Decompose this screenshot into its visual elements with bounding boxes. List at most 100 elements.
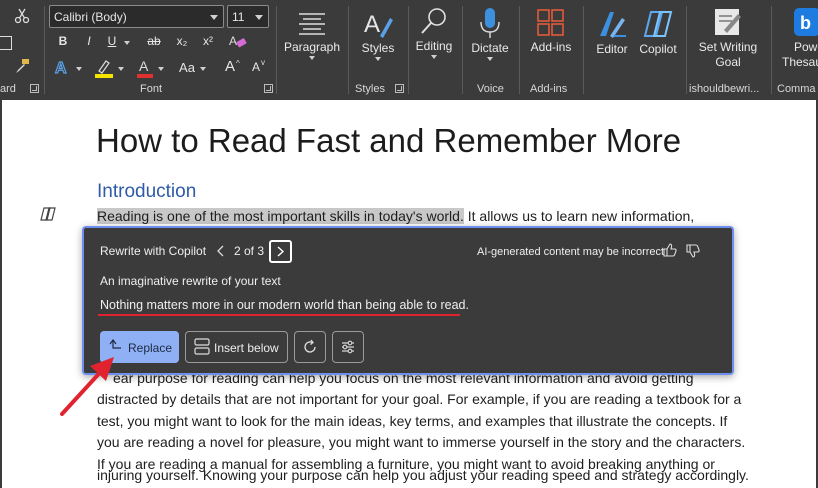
divider — [771, 6, 772, 94]
font-name-combo[interactable]: Calibri (Body) — [49, 5, 224, 28]
strikethrough-button[interactable]: ab — [145, 34, 163, 48]
ribbon: ard Calibri (Body) 11 B I U ab x₂ x² A A… — [0, 0, 818, 100]
divider — [519, 6, 520, 94]
copilot-margin-icon[interactable] — [40, 207, 56, 221]
font-size-combo[interactable]: 11 — [227, 5, 269, 28]
clear-formatting-icon[interactable]: A — [228, 33, 248, 49]
font-color-icon[interactable]: A — [137, 58, 153, 78]
divider — [408, 6, 409, 94]
divider — [686, 6, 687, 94]
grow-font-button[interactable]: A — [223, 58, 237, 75]
styles-button[interactable]: A Styles — [356, 6, 400, 61]
styles-group-label: Styles — [355, 83, 385, 95]
chevron-down-icon — [255, 15, 263, 20]
highlight-chevron-icon[interactable] — [118, 67, 124, 71]
insert-below-button[interactable]: Insert below — [185, 331, 288, 363]
font-group-label: Font — [140, 83, 163, 95]
highlight-icon[interactable] — [95, 58, 113, 78]
underline-button[interactable]: U — [105, 34, 119, 48]
thumbs-down-icon[interactable] — [685, 243, 701, 259]
font-size-value: 11 — [232, 10, 245, 24]
power-thesaurus-label-1: Powe — [794, 40, 818, 54]
commands-group-label: Comma — [777, 83, 816, 95]
font-launcher-icon[interactable] — [264, 84, 273, 93]
ai-disclaimer: AI-generated content may be incorrect — [477, 246, 665, 258]
change-case-button[interactable]: Aa — [177, 60, 197, 75]
format-painter-icon[interactable] — [14, 58, 30, 74]
paragraph-text: It allows us to learn new information, — [463, 208, 695, 224]
selected-text[interactable]: Reading is one of the most important ski… — [97, 208, 464, 224]
addins-button[interactable]: Add-ins — [526, 6, 576, 55]
rewrite-counter: 2 of 3 — [234, 244, 265, 258]
paragraph-line: Reading is one of the most important ski… — [97, 208, 694, 224]
chevron-down-icon — [431, 55, 437, 59]
change-case-chevron-icon[interactable] — [200, 67, 206, 71]
paragraph-label: Paragraph — [283, 40, 341, 54]
power-thesaurus-button[interactable]: b Powe Thesau — [780, 6, 818, 70]
divider — [44, 6, 45, 94]
shrink-arrow-icon: v — [261, 58, 265, 67]
editing-label: Editing — [415, 39, 453, 53]
styles-label: Styles — [361, 41, 395, 55]
editor-icon — [600, 12, 626, 38]
voice-group-label: Voice — [477, 83, 504, 95]
set-writing-goal-button[interactable]: Set Writing Goal — [692, 6, 764, 70]
dictate-button[interactable]: Dictate — [468, 6, 512, 61]
bold-button[interactable]: B — [56, 34, 70, 48]
adjust-button[interactable] — [332, 331, 364, 363]
annotation-arrow — [60, 357, 114, 416]
editing-button[interactable]: Editing — [412, 6, 456, 59]
copy-icon[interactable] — [0, 36, 12, 50]
divider — [462, 6, 463, 94]
replace-label: Replace — [128, 341, 173, 355]
text-effects-chevron-icon[interactable] — [76, 67, 82, 71]
thumbs-up-icon[interactable] — [662, 242, 678, 258]
text-effects-icon[interactable]: A — [54, 58, 72, 77]
paragraph-button[interactable]: Paragraph — [283, 6, 341, 60]
copilot-label: Copilot — [639, 42, 677, 56]
ishouldbewriting-group-label: ishouldbewri... — [689, 83, 760, 95]
annotation-underline — [98, 314, 460, 316]
paragraph-line: injuring yourself. Knowing your purpose … — [97, 467, 749, 483]
regenerate-button[interactable] — [294, 331, 326, 363]
refresh-icon — [304, 339, 316, 353]
superscript-button[interactable]: x² — [200, 34, 216, 48]
clipboard-launcher-icon[interactable] — [30, 84, 39, 93]
dictate-label: Dictate — [471, 41, 509, 55]
svg-text:A: A — [364, 11, 380, 38]
copilot-button[interactable]: Copilot — [636, 6, 680, 57]
rewrite-suggestion: Nothing matters more in our modern world… — [100, 298, 469, 312]
font-color-chevron-icon[interactable] — [158, 67, 164, 71]
clipboard-group-label: ard — [0, 83, 16, 95]
svg-text:A: A — [229, 34, 237, 48]
next-button[interactable] — [269, 240, 292, 263]
addins-label: Add-ins — [530, 40, 572, 54]
italic-button[interactable]: I — [82, 34, 96, 48]
microphone-icon — [480, 8, 500, 38]
previous-button[interactable] — [214, 242, 228, 260]
styles-launcher-icon[interactable] — [395, 84, 404, 93]
addins-group-label: Add-ins — [530, 83, 568, 95]
paragraph-icon — [299, 13, 325, 35]
underline-chevron-icon[interactable] — [124, 41, 130, 45]
chevron-down-icon — [210, 15, 218, 20]
addins-icon — [537, 9, 564, 36]
cut-icon[interactable] — [14, 8, 30, 24]
chevron-down-icon — [309, 56, 315, 60]
svg-text:b: b — [800, 13, 811, 33]
insert-below-label: Insert below — [214, 341, 279, 355]
chevron-down-icon — [487, 57, 493, 61]
rewrite-with-copilot-panel: Rewrite with Copilot 2 of 3 AI-generated… — [82, 226, 734, 375]
set-writing-goal-label-1: Set Writing — [698, 40, 758, 54]
divider — [583, 6, 584, 94]
editor-button[interactable]: Editor — [592, 6, 632, 57]
power-thesaurus-label-2: Thesau — [782, 55, 818, 69]
panel-title: Rewrite with Copilot — [100, 244, 207, 258]
writing-goal-icon — [715, 9, 741, 35]
copilot-icon — [643, 11, 673, 37]
subscript-button[interactable]: x₂ — [174, 34, 190, 48]
paragraph-line: distracted by details that are not impor… — [97, 391, 742, 407]
rewrite-subtitle: An imaginative rewrite of your text — [100, 274, 281, 288]
styles-icon: A — [364, 11, 393, 38]
sliders-icon — [342, 340, 354, 354]
